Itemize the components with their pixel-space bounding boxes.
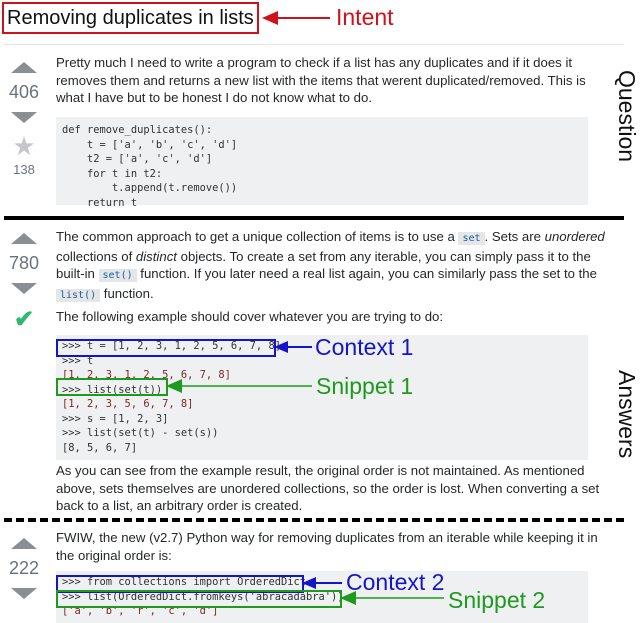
- snippet1-label: Snippet 1: [316, 373, 414, 399]
- upvote-button[interactable]: [11, 62, 37, 73]
- downvote-button[interactable]: [11, 283, 37, 294]
- answer1-paragraph-2: The following example should cover whate…: [56, 309, 444, 324]
- inline-code: set(): [98, 269, 137, 282]
- code-line: def remove_duplicates():: [62, 124, 213, 136]
- question-answers-separator: [4, 216, 624, 220]
- answer2-paragraph-1: FWIW, the new (v2.7) Python way for remo…: [56, 530, 598, 563]
- snippet2-highlight: [56, 590, 342, 608]
- question-score: 406: [8, 82, 40, 102]
- code-line: return t: [62, 196, 138, 209]
- code-line: [8, 5, 6, 7]: [62, 441, 138, 454]
- favorite-star-icon[interactable]: ★: [4, 133, 44, 159]
- inline-code: set: [458, 232, 485, 245]
- divider: [4, 44, 624, 45]
- inline-code: list(): [56, 288, 101, 302]
- emphasis: distinct: [135, 248, 177, 264]
- downvote-button[interactable]: [11, 588, 37, 599]
- question-body: Pretty much I need to write a program to…: [56, 55, 586, 105]
- context1-arrow: [274, 341, 312, 353]
- answer1-paragraph-1: The common approach to get a unique coll…: [56, 228, 616, 304]
- answer1-score: 780: [8, 253, 40, 273]
- code-line: for t in t2:: [62, 167, 163, 180]
- answer2-score: 222: [8, 558, 40, 578]
- snippet2-label: Snippet 2: [448, 587, 546, 613]
- answer1-vote-panel: 780 ✔: [4, 233, 44, 332]
- upvote-button[interactable]: [11, 538, 37, 549]
- code-line: >>> s = [1, 2, 3]: [62, 412, 169, 425]
- code-line: t = ['a', 'b', 'c', 'd']: [62, 138, 238, 151]
- accepted-checkmark-icon: ✔: [13, 306, 35, 333]
- question-title[interactable]: Removing duplicates in lists: [2, 2, 259, 34]
- answer1-paragraph-3: As you can see from the example result, …: [56, 463, 600, 513]
- text: function.: [100, 285, 154, 301]
- text: function. If you later need a real list …: [136, 266, 597, 281]
- answers-separator: [4, 518, 624, 522]
- answer2-vote-panel: 222: [4, 538, 44, 599]
- intent-label: Intent: [336, 4, 394, 30]
- code-line: [1, 2, 3, 5, 6, 7, 8]: [62, 398, 194, 410]
- snippet2-arrow: [340, 591, 444, 605]
- question-section-label: Question: [614, 70, 640, 163]
- answers-section-label: Answers: [614, 370, 640, 459]
- downvote-button[interactable]: [11, 112, 37, 123]
- code-line: t2 = ['a', 'c', 'd']: [62, 153, 213, 165]
- intent-arrow: [262, 11, 330, 25]
- context1-label: Context 1: [315, 334, 414, 360]
- text: collections of: [56, 248, 136, 264]
- text: . Sets are: [484, 229, 545, 244]
- question-vote-panel: 406 ★ 138: [4, 62, 44, 177]
- code-line: t.append(t.remove()): [62, 182, 238, 194]
- context1-highlight: [56, 339, 276, 357]
- snippet1-highlight: [56, 378, 168, 396]
- upvote-button[interactable]: [11, 233, 37, 244]
- text: The common approach to get a unique coll…: [56, 229, 459, 244]
- code-line: >>> list(set(t) - set(s)): [62, 427, 219, 439]
- question-code: def remove_duplicates(): t = ['a', 'b', …: [56, 117, 588, 209]
- snippet1-arrow: [166, 379, 312, 393]
- favorite-count: 138: [13, 162, 35, 177]
- emphasis: unordered: [544, 229, 605, 244]
